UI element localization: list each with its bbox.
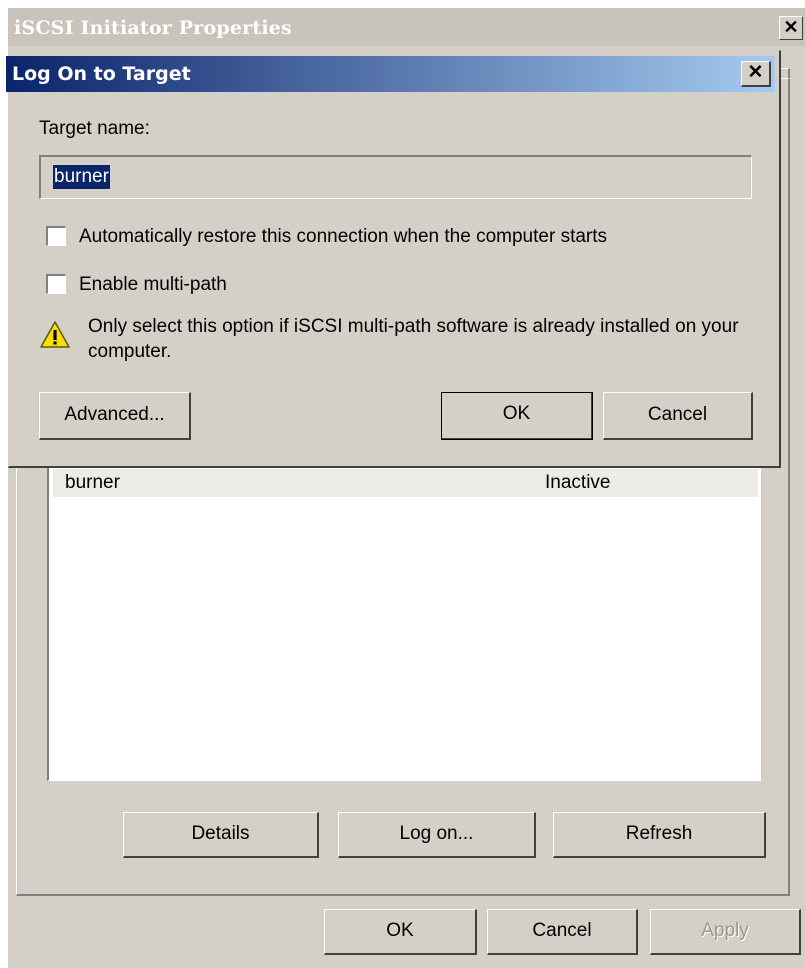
dialog-ok-button-label: OK (502, 403, 531, 424)
close-icon: ✕ (747, 62, 764, 83)
dialog-title: Log On to Target (12, 63, 191, 85)
dialog-cancel-button[interactable]: Cancel (603, 392, 753, 440)
log-on-button-label: Log on... (399, 823, 474, 844)
multipath-checkbox[interactable] (46, 274, 66, 294)
window-title-bar: iSCSI Initiator Properties ✕ (8, 8, 805, 46)
cancel-button[interactable]: Cancel (487, 909, 638, 955)
cancel-button-label: Cancel (532, 920, 592, 941)
advanced-button-label: Advanced... (64, 404, 165, 425)
apply-button[interactable]: Apply (650, 909, 801, 955)
dialog-close-button[interactable]: ✕ (741, 61, 771, 87)
close-icon: ✕ (783, 17, 799, 37)
refresh-button[interactable]: Refresh (553, 812, 766, 858)
target-name-value: burner (53, 165, 110, 189)
window-title: iSCSI Initiator Properties (14, 17, 292, 39)
auto-restore-label[interactable]: Automatically restore this connection wh… (79, 226, 607, 248)
target-name-cell: burner (65, 472, 120, 493)
multipath-warning-text: Only select this option if iSCSI multi-p… (88, 316, 739, 362)
target-status-cell: Inactive (545, 472, 611, 493)
ok-button-label: OK (386, 920, 414, 941)
apply-button-label: Apply (701, 920, 749, 941)
ok-button[interactable]: OK (324, 909, 477, 955)
dialog-title-bar: Log On to Target ✕ (6, 56, 775, 92)
details-button[interactable]: Details (123, 812, 319, 858)
advanced-button[interactable]: Advanced... (39, 392, 191, 440)
warning-icon (40, 321, 70, 348)
target-name-label: Target name: (39, 118, 150, 139)
multipath-label[interactable]: Enable multi-path (79, 274, 227, 296)
window-close-button[interactable]: ✕ (779, 16, 803, 40)
table-row[interactable]: burner Inactive (53, 469, 758, 497)
auto-restore-checkbox[interactable] (46, 226, 66, 246)
target-name-field[interactable]: burner (39, 155, 752, 199)
refresh-button-label: Refresh (625, 823, 693, 844)
details-button-label: Details (191, 823, 250, 844)
dialog-ok-button[interactable]: OK (441, 392, 593, 440)
log-on-button[interactable]: Log on... (338, 812, 536, 858)
targets-list[interactable]: burner Inactive (47, 463, 761, 781)
dialog-cancel-button-label: Cancel (647, 404, 708, 425)
